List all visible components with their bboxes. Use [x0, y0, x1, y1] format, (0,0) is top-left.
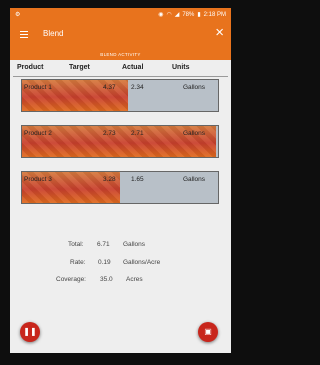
header-divider: [13, 76, 228, 77]
column-headers: Product Target Actual Units: [10, 64, 231, 74]
target-value: 3.28: [103, 176, 116, 183]
wifi-icon: ◠: [166, 12, 172, 18]
actual-value: 1.65: [131, 176, 144, 183]
total-value: 6.71: [97, 241, 110, 248]
app-title: Blend: [43, 29, 64, 38]
product-row[interactable]: Product 2 2.73 2.71 Gallons: [21, 125, 219, 158]
product-name: Product 1: [24, 84, 52, 91]
header-units: Units: [172, 64, 190, 71]
save-icon: ▣: [204, 327, 212, 336]
close-icon[interactable]: ×: [215, 25, 224, 40]
rate-unit: Gallons/Acre: [123, 259, 161, 266]
header-target: Target: [69, 64, 90, 71]
target-value: 2.73: [103, 130, 116, 137]
units-value: Gallons: [183, 176, 206, 183]
coverage-value: 35.0: [100, 276, 113, 283]
rate-label: Rate:: [70, 259, 86, 266]
menu-icon[interactable]: [20, 31, 28, 38]
status-bar: ⚙ ◉ ◠ ◢ 78% ▮ 2:18 PM: [10, 8, 231, 22]
app-bar: Blend ×: [10, 22, 231, 49]
target-value: 4.37: [103, 84, 116, 91]
save-button[interactable]: ▣: [198, 322, 218, 342]
rate-row: Rate: 0.19 Gallons/Acre: [10, 259, 231, 269]
header-actual: Actual: [122, 64, 144, 71]
product-row[interactable]: Product 1 4.37 2.34 Gallons: [21, 79, 219, 112]
units-value: Gallons: [183, 130, 206, 137]
location-icon: ◉: [158, 12, 164, 18]
pause-icon: ❚❚: [23, 327, 37, 336]
units-value: Gallons: [183, 84, 206, 91]
status-right: ◉ ◠ ◢ 78% ▮ 2:18 PM: [158, 11, 226, 19]
product-name: Product 2: [24, 130, 52, 137]
total-label: Total:: [68, 241, 84, 248]
rate-value: 0.19: [98, 259, 111, 266]
coverage-unit: Acres: [126, 276, 143, 283]
battery-icon: ▮: [197, 12, 201, 18]
product-row[interactable]: Product 3 3.28 1.65 Gallons: [21, 171, 219, 204]
battery-percent: 78%: [182, 11, 195, 18]
actual-value: 2.71: [131, 130, 144, 137]
settings-icon: ⚙: [15, 12, 21, 18]
coverage-row: Coverage: 35.0 Acres: [10, 276, 231, 286]
app-screen: ⚙ ◉ ◠ ◢ 78% ▮ 2:18 PM Blend × BLEND ACTI…: [10, 8, 231, 353]
clock: 2:18 PM: [203, 11, 226, 18]
header-product: Product: [17, 64, 44, 71]
actual-value: 2.34: [131, 84, 144, 91]
blend-activity-header: BLEND ACTIVITY: [10, 49, 231, 60]
signal-icon: ◢: [174, 12, 180, 18]
total-row: Total: 6.71 Gallons: [10, 241, 231, 251]
pause-button[interactable]: ❚❚: [20, 322, 40, 342]
total-unit: Gallons: [123, 241, 146, 248]
coverage-label: Coverage:: [56, 276, 86, 283]
product-name: Product 3: [24, 176, 52, 183]
